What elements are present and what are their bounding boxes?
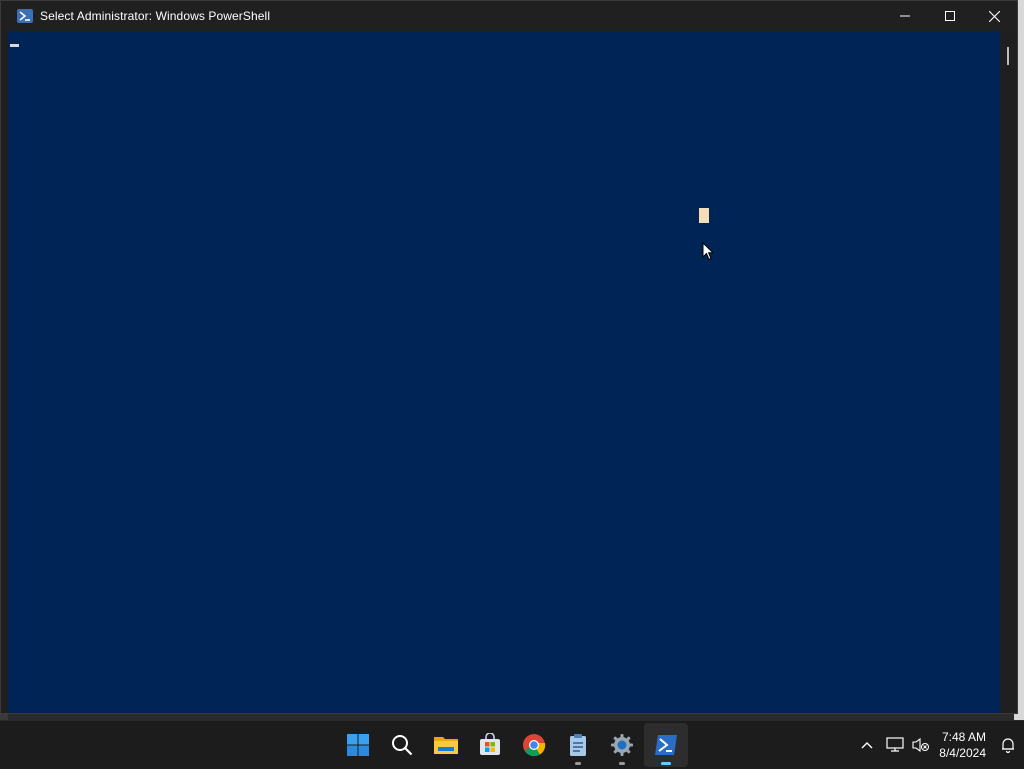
console-output-area[interactable] [8, 31, 1002, 713]
maximize-icon [944, 11, 955, 21]
chrome-icon [523, 734, 546, 757]
file-explorer-button[interactable] [424, 723, 468, 767]
taskbar: 7:48 AM 8/4/2024 [0, 720, 1024, 768]
clock[interactable]: 7:48 AM 8/4/2024 [933, 725, 992, 765]
selection-block [699, 208, 709, 223]
minimize-icon [899, 15, 910, 17]
chevron-up-icon [861, 742, 873, 749]
taskbar-apps [336, 723, 688, 767]
powershell-taskbar-button[interactable] [644, 723, 688, 767]
bell-icon [1002, 738, 1014, 753]
store-icon [480, 733, 500, 755]
network-button[interactable] [881, 725, 909, 765]
powershell-window[interactable]: Select Administrator: Windows PowerShell [0, 0, 1018, 714]
volume-muted-icon [912, 737, 930, 753]
windows-logo-icon [347, 734, 369, 756]
search-button[interactable] [380, 723, 424, 767]
close-button[interactable] [972, 1, 1017, 31]
start-button[interactable] [336, 723, 380, 767]
gear-icon [611, 734, 633, 756]
minimize-button[interactable] [882, 1, 927, 31]
mouse-pointer-icon [702, 242, 714, 261]
notepad-app-button[interactable] [556, 723, 600, 767]
show-hidden-icons-button[interactable] [853, 725, 881, 765]
active-indicator [661, 762, 671, 765]
window-controls [882, 1, 1017, 31]
clock-time: 7:48 AM [941, 730, 986, 744]
close-icon [989, 10, 1000, 22]
microsoft-store-button[interactable] [468, 723, 512, 767]
vertical-scrollbar[interactable] [1000, 31, 1017, 713]
chrome-button[interactable] [512, 723, 556, 767]
clock-date: 8/4/2024 [939, 746, 986, 760]
powershell-icon [17, 9, 33, 23]
powershell-icon [655, 735, 677, 755]
search-icon [392, 735, 413, 756]
window-titlebar[interactable]: Select Administrator: Windows PowerShell [1, 1, 1017, 31]
window-title: Select Administrator: Windows PowerShell [40, 9, 271, 23]
running-indicator [619, 762, 625, 765]
maximize-button[interactable] [927, 1, 972, 31]
network-icon [886, 737, 904, 752]
running-indicator [575, 762, 581, 765]
text-cursor [10, 44, 19, 47]
system-tray: 7:48 AM 8/4/2024 [853, 721, 1024, 769]
clipboard-icon [570, 734, 586, 756]
volume-button[interactable] [909, 725, 933, 765]
scrollbar-thumb[interactable] [1007, 47, 1009, 65]
settings-button[interactable] [600, 723, 644, 767]
notifications-button[interactable] [992, 725, 1024, 765]
folder-icon [434, 737, 458, 754]
